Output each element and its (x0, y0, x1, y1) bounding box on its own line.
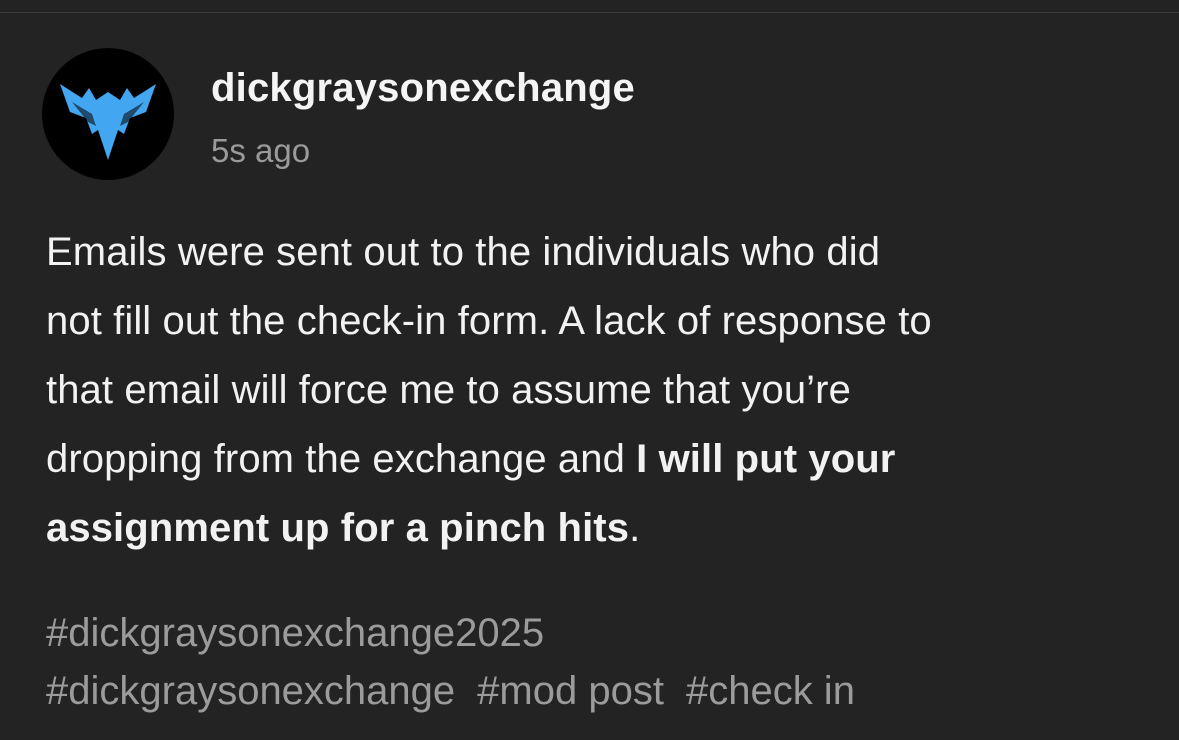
top-divider (0, 12, 1179, 13)
post-body: Emails were sent out to the individuals … (46, 218, 1156, 563)
tag-row: #dickgraysonexchange #mod post #check in (46, 662, 1156, 720)
post-body-line: assignment up for a pinch hits. (46, 494, 1156, 563)
post-body-text: dropping from the exchange and (46, 437, 637, 481)
tag-row: #dickgraysonexchange2025 (46, 604, 1156, 662)
post-body-line: dropping from the exchange and I will pu… (46, 425, 1156, 494)
post-body-bold-text: I will put your (636, 437, 896, 481)
post-body-line: that email will force me to assume that … (46, 368, 851, 412)
tag-link[interactable]: #dickgraysonexchange (46, 669, 455, 713)
post-timestamp: 5s ago (211, 132, 311, 169)
nightwing-logo-icon (60, 84, 156, 160)
post-tags: #dickgraysonexchange2025 #dickgraysonexc… (46, 604, 1156, 720)
post-body-bold-text: assignment up for a pinch hits (46, 506, 630, 550)
avatar[interactable] (42, 48, 174, 180)
post-body-line: not fill out the check-in form. A lack o… (46, 299, 932, 343)
post-body-line: Emails were sent out to the individuals … (46, 230, 881, 274)
tag-link[interactable]: #dickgraysonexchange2025 (46, 611, 544, 655)
tag-link[interactable]: #check in (686, 669, 855, 713)
author-username[interactable]: dickgraysonexchange (211, 64, 635, 112)
post-body-text: . (629, 506, 641, 550)
tag-link[interactable]: #mod post (477, 669, 664, 713)
